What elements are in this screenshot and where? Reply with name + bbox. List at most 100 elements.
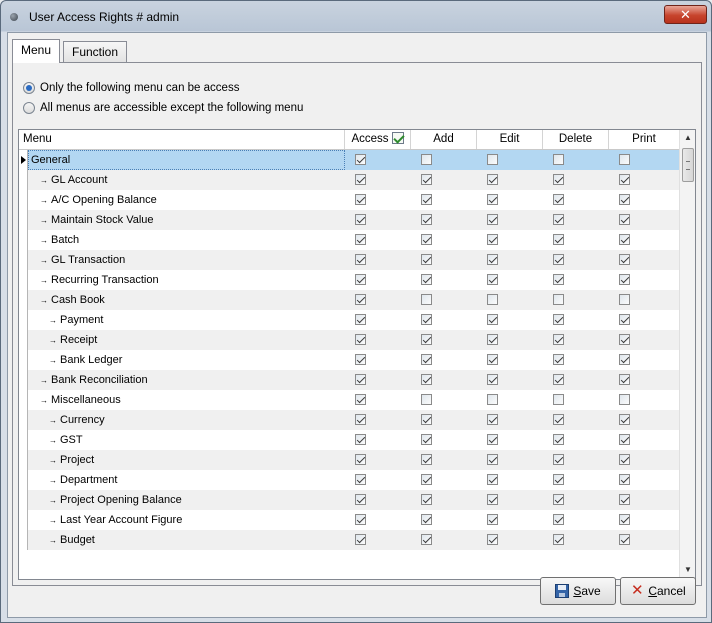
access-checkbox[interactable] bbox=[355, 534, 366, 545]
add-checkbox[interactable] bbox=[421, 394, 432, 405]
edit-checkbox[interactable] bbox=[487, 454, 498, 465]
row-indicator[interactable] bbox=[19, 450, 28, 470]
tab-function[interactable]: Function bbox=[63, 41, 128, 63]
edit-checkbox[interactable] bbox=[487, 294, 498, 305]
table-row[interactable]: → Last Year Account Figure bbox=[19, 510, 679, 530]
edit-checkbox[interactable] bbox=[487, 474, 498, 485]
access-checkbox[interactable] bbox=[355, 434, 366, 445]
add-checkbox[interactable] bbox=[421, 514, 432, 525]
access-checkbox[interactable] bbox=[355, 234, 366, 245]
print-checkbox[interactable] bbox=[619, 214, 630, 225]
add-checkbox[interactable] bbox=[421, 234, 432, 245]
delete-checkbox[interactable] bbox=[553, 234, 564, 245]
edit-checkbox[interactable] bbox=[487, 194, 498, 205]
add-checkbox[interactable] bbox=[421, 174, 432, 185]
add-checkbox[interactable] bbox=[421, 474, 432, 485]
table-row[interactable]: → Project bbox=[19, 450, 679, 470]
edit-checkbox[interactable] bbox=[487, 394, 498, 405]
add-checkbox[interactable] bbox=[421, 194, 432, 205]
row-indicator[interactable] bbox=[19, 350, 28, 370]
delete-checkbox[interactable] bbox=[553, 454, 564, 465]
delete-checkbox[interactable] bbox=[553, 434, 564, 445]
edit-checkbox[interactable] bbox=[487, 534, 498, 545]
table-row[interactable]: → Budget bbox=[19, 530, 679, 550]
row-indicator[interactable] bbox=[19, 270, 28, 290]
delete-checkbox[interactable] bbox=[553, 214, 564, 225]
delete-checkbox[interactable] bbox=[553, 534, 564, 545]
access-checkbox[interactable] bbox=[355, 514, 366, 525]
edit-checkbox[interactable] bbox=[487, 514, 498, 525]
delete-checkbox[interactable] bbox=[553, 334, 564, 345]
column-header-access[interactable]: Access bbox=[345, 130, 411, 149]
delete-checkbox[interactable] bbox=[553, 474, 564, 485]
add-checkbox[interactable] bbox=[421, 534, 432, 545]
add-checkbox[interactable] bbox=[421, 494, 432, 505]
menu-name-cell[interactable]: → Receipt bbox=[28, 330, 345, 350]
row-indicator[interactable] bbox=[19, 310, 28, 330]
print-checkbox[interactable] bbox=[619, 154, 630, 165]
tab-menu[interactable]: Menu bbox=[12, 39, 61, 63]
column-header-menu[interactable]: Menu bbox=[19, 130, 345, 149]
access-checkbox[interactable] bbox=[355, 154, 366, 165]
delete-checkbox[interactable] bbox=[553, 394, 564, 405]
table-row[interactable]: General bbox=[19, 150, 679, 170]
add-checkbox[interactable] bbox=[421, 314, 432, 325]
table-row[interactable]: → Receipt bbox=[19, 330, 679, 350]
edit-checkbox[interactable] bbox=[487, 234, 498, 245]
delete-checkbox[interactable] bbox=[553, 154, 564, 165]
edit-checkbox[interactable] bbox=[487, 214, 498, 225]
add-checkbox[interactable] bbox=[421, 294, 432, 305]
row-indicator[interactable] bbox=[19, 410, 28, 430]
table-row[interactable]: → GST bbox=[19, 430, 679, 450]
menu-name-cell[interactable]: → Project Opening Balance bbox=[28, 490, 345, 510]
menu-name-cell[interactable]: → Maintain Stock Value bbox=[28, 210, 345, 230]
menu-name-cell[interactable]: → A/C Opening Balance bbox=[28, 190, 345, 210]
table-row[interactable]: → Recurring Transaction bbox=[19, 270, 679, 290]
add-checkbox[interactable] bbox=[421, 374, 432, 385]
row-indicator[interactable] bbox=[19, 430, 28, 450]
menu-name-cell[interactable]: → Payment bbox=[28, 310, 345, 330]
access-checkbox[interactable] bbox=[355, 474, 366, 485]
access-checkbox[interactable] bbox=[355, 314, 366, 325]
table-row[interactable]: → Project Opening Balance bbox=[19, 490, 679, 510]
print-checkbox[interactable] bbox=[619, 394, 630, 405]
cancel-button[interactable]: ✕ Cancel bbox=[620, 577, 696, 605]
menu-name-cell[interactable]: → Miscellaneous bbox=[28, 390, 345, 410]
menu-name-cell[interactable]: → Department bbox=[28, 470, 345, 490]
row-indicator[interactable] bbox=[19, 470, 28, 490]
menu-name-cell[interactable]: → Project bbox=[28, 450, 345, 470]
print-checkbox[interactable] bbox=[619, 374, 630, 385]
print-checkbox[interactable] bbox=[619, 294, 630, 305]
row-indicator[interactable] bbox=[19, 210, 28, 230]
edit-checkbox[interactable] bbox=[487, 414, 498, 425]
column-header-print[interactable]: Print bbox=[609, 130, 679, 149]
delete-checkbox[interactable] bbox=[553, 494, 564, 505]
row-indicator[interactable] bbox=[19, 290, 28, 310]
delete-checkbox[interactable] bbox=[553, 354, 564, 365]
access-checkbox[interactable] bbox=[355, 454, 366, 465]
table-row[interactable]: → Miscellaneous bbox=[19, 390, 679, 410]
print-checkbox[interactable] bbox=[619, 494, 630, 505]
print-checkbox[interactable] bbox=[619, 334, 630, 345]
access-checkbox[interactable] bbox=[355, 194, 366, 205]
print-checkbox[interactable] bbox=[619, 314, 630, 325]
add-checkbox[interactable] bbox=[421, 434, 432, 445]
menu-name-cell[interactable]: → GST bbox=[28, 430, 345, 450]
row-indicator[interactable] bbox=[19, 530, 28, 550]
delete-checkbox[interactable] bbox=[553, 514, 564, 525]
menu-name-cell[interactable]: → Bank Reconciliation bbox=[28, 370, 345, 390]
menu-name-cell[interactable]: → Cash Book bbox=[28, 290, 345, 310]
row-indicator[interactable] bbox=[19, 510, 28, 530]
table-row[interactable]: → GL Account bbox=[19, 170, 679, 190]
menu-name-cell[interactable]: → Recurring Transaction bbox=[28, 270, 345, 290]
radio-button[interactable] bbox=[23, 102, 35, 114]
delete-checkbox[interactable] bbox=[553, 414, 564, 425]
access-checkbox[interactable] bbox=[355, 374, 366, 385]
row-indicator[interactable] bbox=[19, 150, 28, 170]
edit-checkbox[interactable] bbox=[487, 374, 498, 385]
scroll-down-icon[interactable]: ▼ bbox=[680, 562, 695, 578]
menu-name-cell[interactable]: → GL Transaction bbox=[28, 250, 345, 270]
edit-checkbox[interactable] bbox=[487, 334, 498, 345]
menu-name-cell[interactable]: → Last Year Account Figure bbox=[28, 510, 345, 530]
print-checkbox[interactable] bbox=[619, 354, 630, 365]
